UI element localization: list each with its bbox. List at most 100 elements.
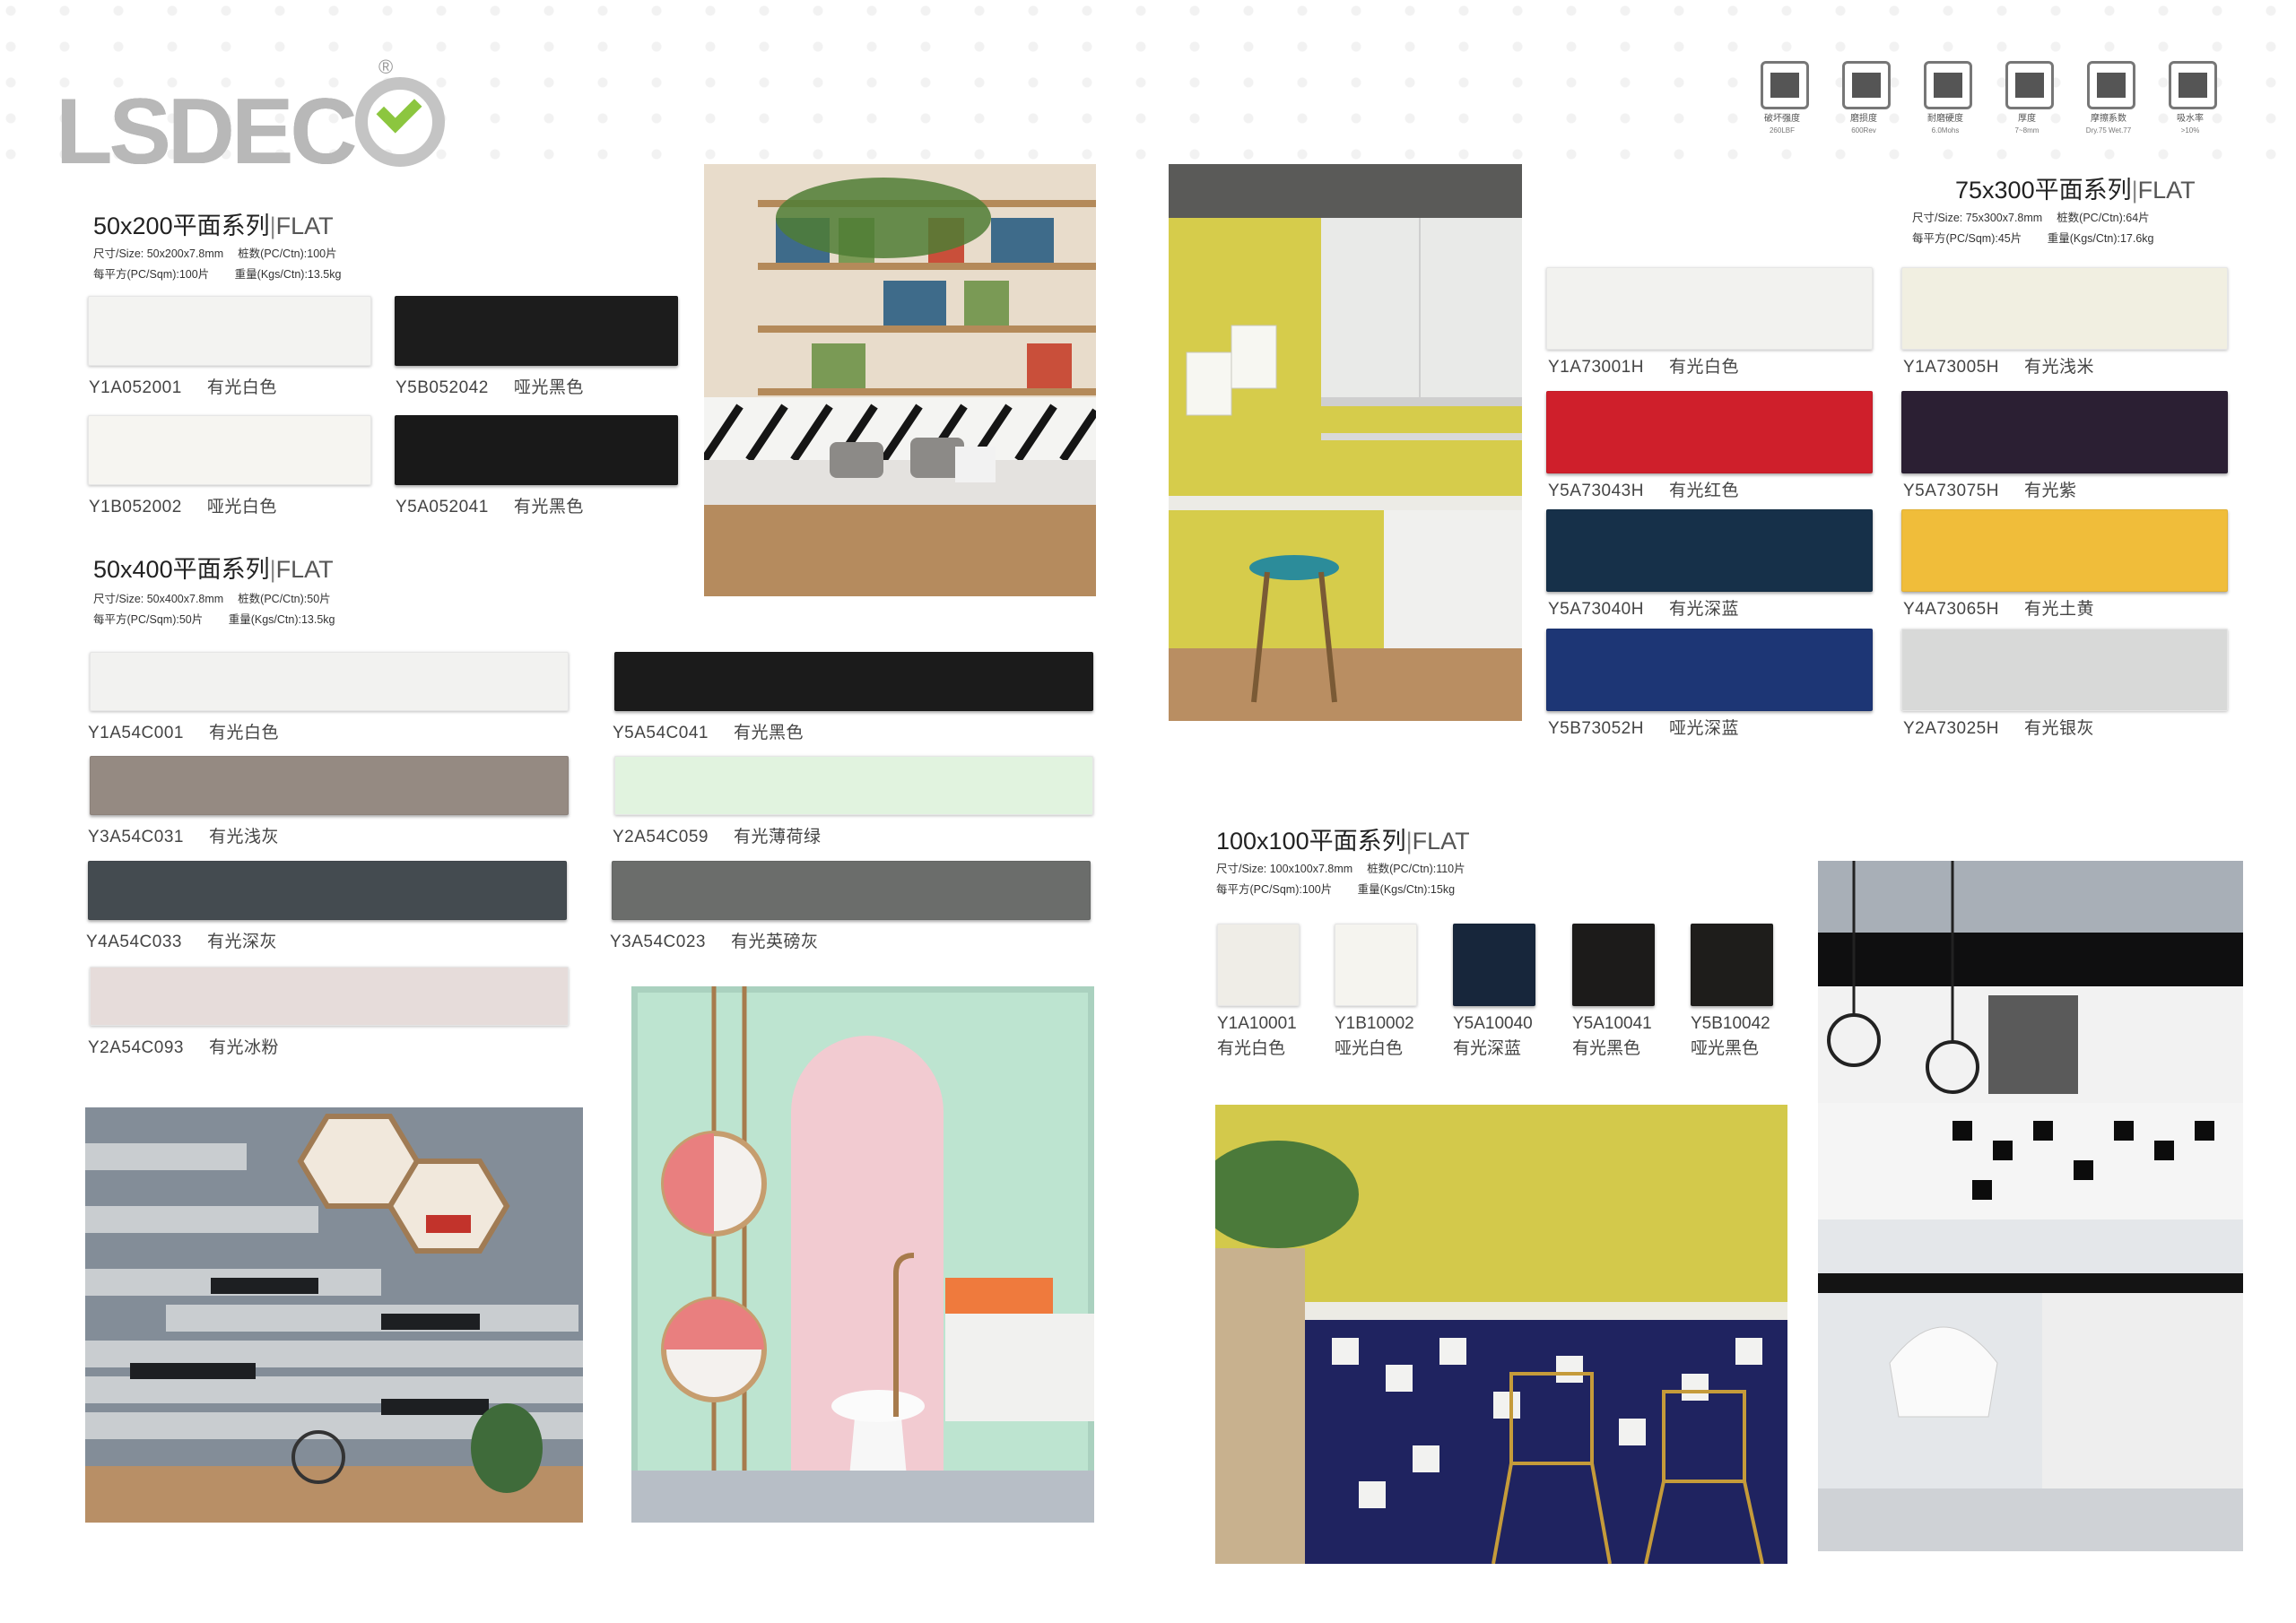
tile-color-name: 有光英磅灰 (730, 933, 819, 951)
series-50x400-specs: 尺寸/Size: 50x400x7.8mm 桩数(PC/Ctn):50片 每平方… (93, 589, 335, 630)
tile-swatch-y2a73025h (1901, 629, 2228, 711)
spec-line: 尺寸/Size: 50x400x7.8mm 桩数(PC/Ctn):50片 (93, 593, 331, 605)
friction-icon (2087, 61, 2135, 109)
cafe-bookshelf-photo (704, 164, 1096, 596)
icon-label: 耐磨硬度 6.0Mohs (1900, 113, 1990, 136)
tile-swatch-y1b052002 (88, 415, 371, 485)
tile-code: Y3A54C031 (88, 828, 184, 846)
icon-value-text: >10% (2180, 126, 2200, 135)
tile-swatch-y5a10041 (1572, 924, 1655, 1006)
spec-line: 尺寸/Size: 50x200x7.8mm 桩数(PC/Ctn):100片 (93, 247, 337, 260)
tile-label: Y5A052041 有光黑色 (396, 493, 584, 517)
tile-swatch-y1b10002 (1335, 924, 1417, 1006)
thickness-icon (2005, 61, 2054, 109)
tile-code: Y1A10001 (1217, 1014, 1297, 1033)
icon-value-text: 600Rev (1851, 126, 1876, 135)
tile-swatch-y4a54c033 (88, 861, 567, 920)
tile-code: Y5B73052H (1548, 719, 1644, 738)
tile-label: Y5A10040 有光深蓝 (1453, 1011, 1533, 1062)
tile-label: Y1B052002 哑光白色 (89, 493, 277, 517)
tile-code: Y1A73001H (1548, 358, 1644, 377)
tile-color-name: 哑光黑色 (1691, 1039, 1760, 1058)
icon-label-text: 破坏强度 (1764, 114, 1800, 124)
icon-label: 吸水率 >10% (2145, 113, 2235, 136)
tile-code: Y5A052041 (396, 498, 489, 516)
icon-label-text: 磨损度 (1850, 114, 1877, 124)
tile-label: Y4A54C033 有光深灰 (86, 928, 277, 952)
spec-line: 尺寸/Size: 75x300x7.8mm 桩数(PC/Ctn):64片 (1912, 212, 2150, 224)
black-white-kitchen-photo (1818, 861, 2243, 1551)
tile-color-name: 有光黑色 (1572, 1039, 1641, 1058)
tile-label: Y1A73005H 有光浅米 (1903, 353, 2094, 378)
icon-label-text: 厚度 (2018, 114, 2036, 124)
bw-kitchen-drawing (1818, 861, 2243, 1551)
tile-swatch-y1a73001h (1546, 267, 1873, 350)
tile-code: Y5B052042 (396, 378, 489, 397)
cafe-bookshelf-drawing (704, 164, 1096, 596)
tile-swatch-y5b73052h (1546, 629, 1873, 711)
title-divider: | (269, 556, 276, 583)
series-75x300-specs: 尺寸/Size: 75x300x7.8mm 桩数(PC/Ctn):64片 每平方… (1912, 208, 2154, 249)
flat-label: FLAT (1412, 828, 1470, 855)
tile-code: Y2A73025H (1903, 719, 1999, 738)
series-50x200-title: 50x200平面系列|FLAT (93, 206, 334, 241)
spec-line: 每平方(PC/Sqm):100片 重量(Kgs/Ctn):15kg (1216, 883, 1456, 896)
spec-line: 每平方(PC/Sqm):45片 重量(Kgs/Ctn):17.6kg (1912, 232, 2154, 245)
tile-code: Y5A10040 (1453, 1014, 1533, 1033)
icon-glyph (2097, 73, 2126, 98)
flat-label: FLAT (275, 213, 334, 239)
mint-pink-bathroom-photo (631, 986, 1094, 1523)
icon-glyph (1934, 73, 1962, 98)
tile-code: Y1A54C001 (88, 724, 184, 742)
tile-color-name: 有光白色 (1217, 1039, 1286, 1058)
tile-color-name: 有光土黄 (2023, 600, 2094, 619)
tile-color-name: 有光银灰 (2023, 719, 2094, 738)
tile-color-name: 有光浅米 (2023, 358, 2094, 377)
tile-swatch-y5b052042 (395, 296, 678, 366)
tile-label: Y5B10042 哑光黑色 (1691, 1011, 1770, 1062)
tile-swatch-y1a10001 (1217, 924, 1300, 1006)
tile-color-name: 有光浅灰 (208, 828, 279, 846)
tile-label: Y2A73025H 有光银灰 (1903, 715, 2094, 739)
tile-color-name: 有光白色 (1668, 358, 1739, 377)
tile-label: Y5A54C041 有光黑色 (613, 719, 804, 743)
tile-code: Y5A73075H (1903, 482, 1999, 500)
logo-check-icon (355, 77, 446, 167)
breaking-strength-icon (1761, 61, 1809, 109)
hardness-icon (1924, 61, 1972, 109)
flat-label: FLAT (2137, 177, 2196, 204)
yellow-kitchen-photo (1169, 164, 1522, 721)
registered-mark: ® (378, 56, 394, 78)
tile-label: Y2A54C093 有光冰粉 (88, 1034, 279, 1058)
tile-code: Y5A10041 (1572, 1014, 1652, 1033)
tile-label: Y1A10001 有光白色 (1217, 1011, 1297, 1062)
tile-swatch-y1a54c001 (90, 652, 569, 711)
tile-code: Y5B10042 (1691, 1014, 1770, 1033)
icon-label: 破坏强度 260LBF (1737, 113, 1827, 136)
tile-code: Y2A54C093 (88, 1038, 184, 1057)
tile-label: Y1B10002 哑光白色 (1335, 1011, 1414, 1062)
tile-code: Y1A73005H (1903, 358, 1999, 377)
series-50x400-title: 50x400平面系列|FLAT (93, 550, 334, 585)
tile-code: Y2A54C059 (613, 828, 709, 846)
tile-color-name: 哑光白色 (1335, 1039, 1404, 1058)
icon-glyph (2015, 73, 2044, 98)
icon-label-text: 吸水率 (2177, 114, 2204, 124)
tile-color-name: 有光黑色 (733, 724, 804, 742)
tile-swatch-y2a54c093 (90, 967, 569, 1026)
tile-color-name: 有光白色 (206, 378, 277, 397)
yellow-kitchen-drawing (1169, 164, 1522, 721)
tile-code: Y1B052002 (89, 498, 182, 516)
tile-swatch-y5b10042 (1691, 924, 1773, 1006)
tile-swatch-y3a54c023 (612, 861, 1091, 920)
brand-logo: LSDEC (56, 74, 446, 186)
icon-label: 厚度 7~8mm (1982, 113, 2072, 136)
grey-wall-drawing (85, 1107, 583, 1523)
tile-color-name: 哑光白色 (206, 498, 277, 516)
tile-color-name: 有光紫 (2023, 482, 2077, 500)
spec-line: 每平方(PC/Sqm):100片 重量(Kgs/Ctn):13.5kg (93, 268, 342, 281)
tile-swatch-y5a73040h (1546, 509, 1873, 592)
tile-label: Y5B052042 哑光黑色 (396, 374, 584, 398)
tile-swatch-y1a73005h (1901, 267, 2228, 350)
tile-label: Y3A54C023 有光英磅灰 (610, 928, 818, 952)
